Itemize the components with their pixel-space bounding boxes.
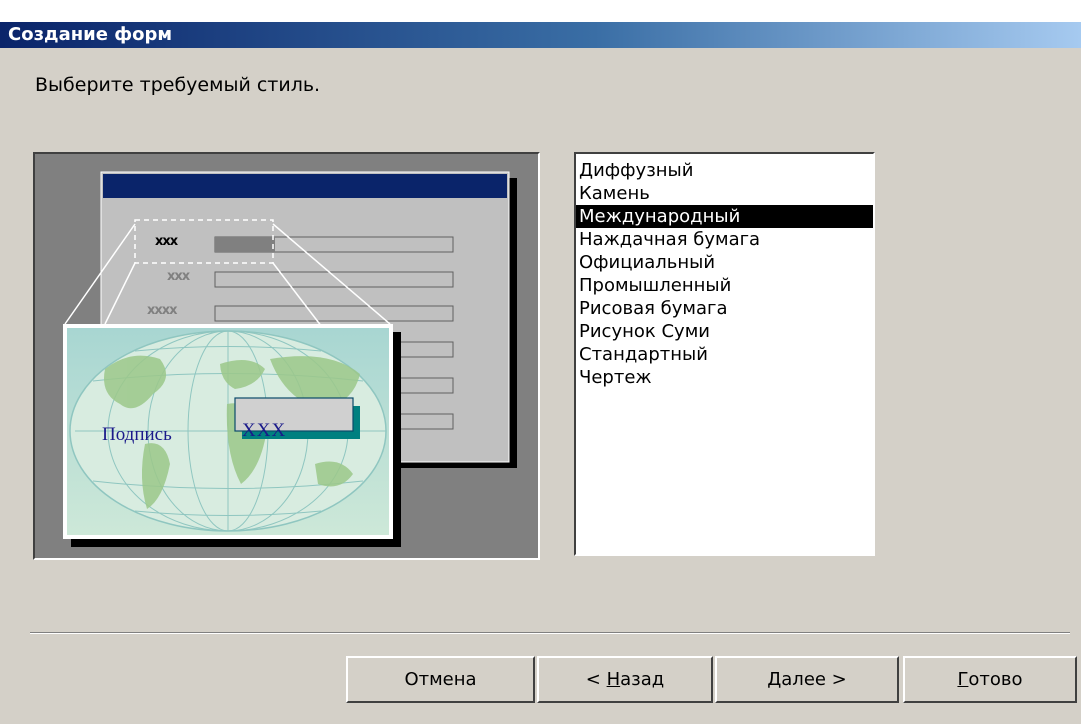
form-wizard-dialog: Создание форм Выберите требуемый стиль. bbox=[0, 22, 1081, 724]
next-button[interactable]: Далее > bbox=[715, 656, 899, 703]
style-item-diffuse[interactable]: Диффузный bbox=[576, 159, 873, 182]
prompt-text: Выберите требуемый стиль. bbox=[35, 74, 321, 96]
window-title: Создание форм bbox=[0, 22, 1081, 48]
preview-field-text: XXX bbox=[242, 420, 287, 441]
next-button-accel: Д bbox=[767, 669, 782, 690]
style-listbox[interactable]: Диффузный Камень Международный Наждачная… bbox=[574, 152, 875, 556]
style-preview-illustration bbox=[63, 171, 517, 547]
back-button-prefix: < bbox=[585, 669, 607, 690]
preview-caption: Подпись bbox=[102, 424, 172, 445]
style-item-sandpaper[interactable]: Наждачная бумага bbox=[576, 228, 873, 251]
style-item-stone[interactable]: Камень bbox=[576, 182, 873, 205]
finish-button-accel: Г bbox=[957, 669, 969, 690]
preview-label-3: xxxx bbox=[147, 303, 178, 318]
style-item-standard[interactable]: Стандартный bbox=[576, 343, 873, 366]
finish-button-rest: отово bbox=[968, 669, 1023, 690]
style-item-international[interactable]: Международный bbox=[576, 205, 873, 228]
cancel-button-label: Отмена bbox=[404, 669, 477, 690]
separator-line bbox=[30, 632, 1070, 634]
style-item-industrial[interactable]: Промышленный bbox=[576, 274, 873, 297]
style-item-official[interactable]: Официальный bbox=[576, 251, 873, 274]
finish-button[interactable]: Готово bbox=[903, 656, 1077, 703]
back-button-rest: азад bbox=[620, 669, 665, 690]
style-preview: xxx xxx xxxx Подпись XXX bbox=[33, 152, 540, 560]
preview-label-1: xxx bbox=[155, 234, 178, 249]
preview-label-2: xxx bbox=[167, 269, 190, 284]
back-button-accel: Н bbox=[606, 669, 621, 690]
back-button[interactable]: < Назад bbox=[537, 656, 713, 703]
next-button-rest: алее > bbox=[781, 669, 847, 690]
style-item-sumi-painting[interactable]: Рисунок Суми bbox=[576, 320, 873, 343]
cancel-button[interactable]: Отмена bbox=[346, 656, 535, 703]
style-item-blueprint[interactable]: Чертеж bbox=[576, 366, 873, 389]
style-item-rice-paper[interactable]: Рисовая бумага bbox=[576, 297, 873, 320]
